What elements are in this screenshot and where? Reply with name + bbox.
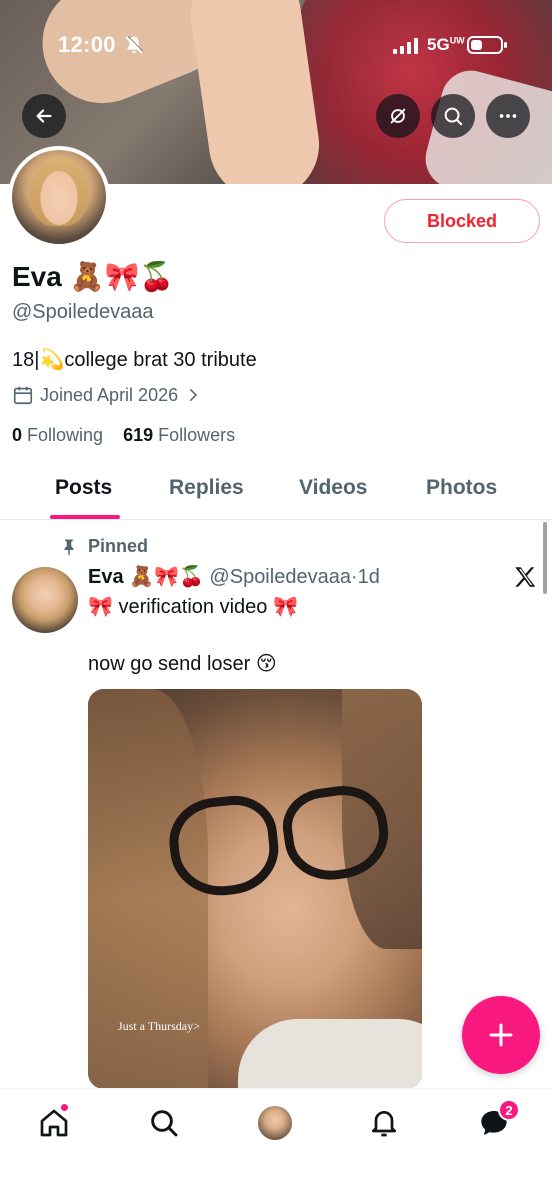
profile-name: Eva 🧸🎀🍒 xyxy=(12,261,175,292)
battery-icon xyxy=(467,36,507,54)
status-bar: 12:00 5GUW xyxy=(0,26,552,66)
status-time: 12:00 xyxy=(58,32,116,57)
x-logo-icon[interactable] xyxy=(512,564,538,590)
post-header: Eva 🧸🎀🍒 @Spoiledevaaa·1d xyxy=(88,564,380,589)
tab-posts[interactable]: Posts xyxy=(55,476,112,500)
tab-videos[interactable]: Videos xyxy=(299,476,367,500)
post-text-line2: now go send loser 😚 xyxy=(88,653,277,675)
nav-search[interactable] xyxy=(144,1103,184,1143)
nav-notifications[interactable] xyxy=(364,1103,404,1143)
bottom-nav: 2 xyxy=(0,1088,552,1200)
search-icon xyxy=(444,107,463,126)
blocked-button[interactable]: Blocked xyxy=(384,199,540,243)
back-button[interactable] xyxy=(22,94,66,138)
post-video[interactable]: Just a Thursday> xyxy=(88,689,422,1089)
profile-tabs: Posts Replies Videos Photos xyxy=(0,464,552,520)
post-author-handle[interactable]: @Spoiledevaaa xyxy=(209,566,351,588)
signal-icon xyxy=(393,38,418,54)
joined-text: Joined April 2026 xyxy=(40,384,179,405)
profile-bio: 18|💫college brat 30 tribute xyxy=(12,349,257,371)
nav-home[interactable] xyxy=(34,1103,74,1143)
active-tab-indicator xyxy=(50,515,120,519)
search-icon xyxy=(151,1110,178,1137)
post-author-name[interactable]: Eva 🧸🎀🍒 xyxy=(88,566,204,588)
pinned-label: Pinned xyxy=(60,536,148,557)
video-caption: Just a Thursday> xyxy=(118,1019,200,1033)
messages-badge: 2 xyxy=(498,1099,520,1121)
post-text-line1: 🎀 verification video 🎀 xyxy=(88,596,298,618)
chevron-right-icon xyxy=(190,389,198,401)
translate-off-button[interactable] xyxy=(376,94,420,138)
home-notification-dot xyxy=(60,1103,69,1112)
tab-photos[interactable]: Photos xyxy=(426,476,497,500)
plus-icon xyxy=(489,1023,513,1047)
bell-icon xyxy=(372,1111,396,1137)
profile-handle: @Spoiledevaaa xyxy=(12,301,154,323)
pin-icon xyxy=(64,539,74,555)
search-button[interactable] xyxy=(431,94,475,138)
post-author-avatar[interactable] xyxy=(12,567,78,633)
profile-avatar[interactable] xyxy=(8,146,110,248)
nav-messages[interactable]: 2 xyxy=(474,1099,520,1143)
post-separator: · xyxy=(350,566,358,588)
follow-stats: 0 Following 619 Followers xyxy=(12,425,235,446)
network-type: 5GUW xyxy=(427,35,465,54)
following-link[interactable]: 0 Following xyxy=(12,425,103,445)
silent-mode-icon xyxy=(125,36,143,54)
joined-date[interactable]: Joined April 2026 xyxy=(12,384,202,406)
compose-button[interactable] xyxy=(462,996,540,1074)
tab-replies[interactable]: Replies xyxy=(169,476,244,500)
scrollbar[interactable] xyxy=(543,522,547,594)
post-time: 1d xyxy=(357,566,380,588)
nav-avatar xyxy=(258,1106,292,1140)
no-translation-icon xyxy=(390,108,406,124)
more-button[interactable] xyxy=(486,94,530,138)
back-arrow-icon xyxy=(36,109,52,123)
nav-grok[interactable] xyxy=(255,1103,295,1143)
more-icon xyxy=(499,114,517,118)
calendar-icon xyxy=(13,386,33,405)
followers-link[interactable]: 619 Followers xyxy=(123,425,235,445)
